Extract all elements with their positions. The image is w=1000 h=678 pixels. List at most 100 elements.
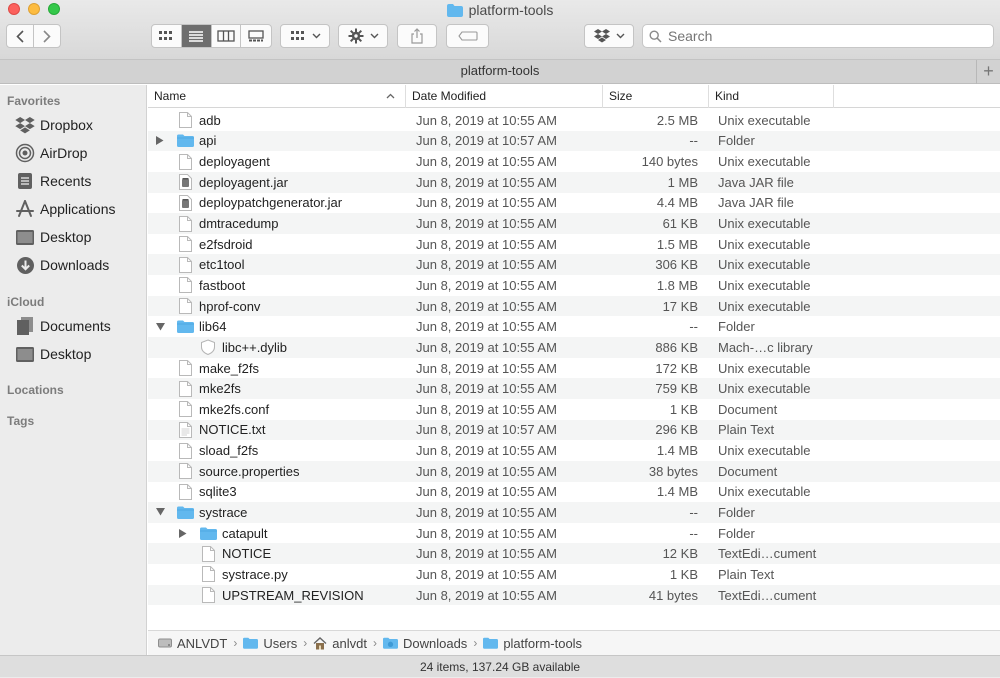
library-icon <box>199 339 217 356</box>
path-item-anlvdt[interactable]: ANLVDT <box>158 636 227 651</box>
back-button[interactable] <box>7 25 34 47</box>
column-date-modified[interactable]: Date Modified <box>406 85 603 108</box>
file-row[interactable]: dmtracedump Jun 8, 2019 at 10:55 AM 61 KB U… <box>148 213 1000 234</box>
gear-icon <box>348 28 363 44</box>
column-name-label: Name <box>154 89 187 103</box>
file-row[interactable]: adb Jun 8, 2019 at 10:55 AM 2.5 MB Unix exe… <box>148 110 1000 131</box>
file-row[interactable]: sload_f2fs Jun 8, 2019 at 10:55 AM 1.4 MB U… <box>148 440 1000 461</box>
file-name: UPSTREAM_REVISION <box>222 587 364 603</box>
desktop-icon <box>14 343 36 365</box>
file-name: make_f2fs <box>199 360 259 376</box>
edit-tags-button[interactable] <box>446 24 489 48</box>
sidebar-item-dropbox[interactable]: Dropbox <box>14 113 144 137</box>
recents-icon <box>14 170 36 192</box>
sidebar-item-downloads[interactable]: Downloads <box>14 253 144 277</box>
forward-button[interactable] <box>34 25 60 47</box>
file-row[interactable]: source.properties Jun 8, 2019 at 10:55 AM… <box>148 460 1000 482</box>
sidebar-section-tags[interactable]: Tags <box>7 414 34 428</box>
disclosure-triangle-right-icon[interactable] <box>179 523 189 544</box>
file-kind: Java JAR file <box>718 174 794 190</box>
file-name: NOTICE.txt <box>199 422 266 438</box>
file-size: 140 bytes <box>641 154 698 170</box>
file-size: 38 bytes <box>648 463 698 479</box>
file-row[interactable]: libc++.dylib Jun 8, 2019 at 10:55 AM 886 K… <box>148 337 1000 358</box>
document-icon <box>176 215 194 232</box>
sidebar-item-documents[interactable]: Documents <box>14 314 144 338</box>
sidebar-item-recents[interactable]: Recents <box>14 169 144 193</box>
sidebar-section-locations[interactable]: Locations <box>7 383 64 397</box>
sidebar-item-airdrop[interactable]: AirDrop <box>14 141 144 165</box>
file-row[interactable]: UPSTREAM_REVISION Jun 8, 2019 at 10:55 AM… <box>148 584 1000 606</box>
file-row[interactable]: sqlite3 Jun 8, 2019 at 10:55 AM 1.4 MB Unix… <box>148 482 1000 503</box>
list-view-button[interactable] <box>181 25 212 47</box>
file-kind: Unix executable <box>718 381 811 397</box>
dropbox-menu-button[interactable] <box>584 24 634 48</box>
document-icon <box>176 401 194 418</box>
file-row[interactable]: e2fsdroid Jun 8, 2019 at 10:55 AM 1.5 MB Un… <box>148 234 1000 255</box>
share-icon <box>411 28 423 44</box>
chevron-down-icon <box>312 33 320 39</box>
file-name-cell: sqlite3 <box>176 482 237 503</box>
file-name-cell: lib64 <box>176 316 226 337</box>
sidebar-item-desktop[interactable]: Desktop <box>14 225 144 249</box>
file-name: sload_f2fs <box>199 443 259 459</box>
disclosure-triangle-down-icon[interactable] <box>156 316 166 337</box>
file-row[interactable]: deployagent Jun 8, 2019 at 10:55 AM 140 by… <box>148 151 1000 172</box>
file-row[interactable]: NOTICE Jun 8, 2019 at 10:55 AM 12 KB TextEd… <box>148 543 1000 565</box>
file-row[interactable]: systrace Jun 8, 2019 at 10:55 AM -- Folder <box>148 502 1000 523</box>
file-date-modified: Jun 8, 2019 at 10:55 AM <box>416 360 557 376</box>
sidebar-section-icloud: iCloud <box>7 295 45 309</box>
sidebar-item-label: Documents <box>40 318 111 334</box>
file-name-cell: fastboot <box>176 275 245 296</box>
column-name[interactable]: Name <box>148 85 406 108</box>
new-tab-button[interactable]: + <box>976 60 1000 84</box>
navigation-buttons <box>6 24 61 48</box>
file-row[interactable]: etc1tool Jun 8, 2019 at 10:55 AM 306 KB Uni… <box>148 254 1000 276</box>
window-title-text: platform-tools <box>468 2 554 18</box>
file-size: 4.4 MB <box>656 195 698 211</box>
file-row[interactable]: make_f2fs Jun 8, 2019 at 10:55 AM 172 KB Un… <box>148 358 1000 379</box>
icon-view-button[interactable] <box>152 25 182 47</box>
column-kind[interactable]: Kind <box>709 85 834 108</box>
column-view-button[interactable] <box>212 25 242 47</box>
search-input[interactable] <box>668 28 968 44</box>
file-row[interactable]: fastboot Jun 8, 2019 at 10:55 AM 1.8 MB Uni… <box>148 275 1000 296</box>
file-row[interactable]: catapult Jun 8, 2019 at 10:55 AM -- Folder <box>148 523 1000 544</box>
file-row[interactable]: mke2fs Jun 8, 2019 at 10:55 AM 759 KB Unix … <box>148 378 1000 399</box>
column-size[interactable]: Size <box>603 85 709 108</box>
path-item-platform-tools[interactable]: platform-tools <box>483 636 582 651</box>
sidebar-item-applications[interactable]: Applications <box>14 197 144 221</box>
path-item-anlvdt[interactable]: anlvdt <box>313 636 367 651</box>
search-field[interactable] <box>642 24 994 48</box>
file-row[interactable]: mke2fs.conf Jun 8, 2019 at 10:55 AM 1 KB Do… <box>148 399 1000 420</box>
path-item-downloads[interactable]: Downloads <box>382 636 467 651</box>
file-date-modified: Jun 8, 2019 at 10:55 AM <box>416 236 557 252</box>
file-kind: Plain Text <box>718 422 775 438</box>
file-name: etc1tool <box>199 257 245 273</box>
file-size: 12 KB <box>662 546 698 562</box>
file-kind: Unix executable <box>718 298 811 314</box>
icon-grid-icon <box>159 31 173 40</box>
action-menu-button[interactable] <box>338 24 388 48</box>
file-name-cell: mke2fs.conf <box>176 399 269 420</box>
file-row[interactable]: NOTICE.txt Jun 8, 2019 at 10:57 AM 296 KB P… <box>148 419 1000 441</box>
file-row[interactable]: lib64 Jun 8, 2019 at 10:55 AM -- Folder <box>148 316 1000 337</box>
file-row[interactable]: api Jun 8, 2019 at 10:57 AM -- Folder <box>148 130 1000 152</box>
file-row[interactable]: hprof-conv Jun 8, 2019 at 10:55 AM 17 KB Un… <box>148 295 1000 317</box>
gallery-view-button[interactable] <box>241 25 271 47</box>
sidebar-item-icloud-desktop[interactable]: Desktop <box>14 342 144 366</box>
disclosure-triangle-down-icon[interactable] <box>156 502 166 523</box>
document-icon <box>176 236 194 253</box>
file-row[interactable]: deployagent.jar Jun 8, 2019 at 10:55 AM 1 … <box>148 171 1000 193</box>
tab-platform-tools[interactable]: platform-tools <box>461 63 540 78</box>
path-item-users[interactable]: Users <box>243 636 297 651</box>
file-kind: Folder <box>718 504 755 520</box>
file-row[interactable]: deploypatchgenerator.jar Jun 8, 2019 at 1… <box>148 193 1000 214</box>
file-date-modified: Jun 8, 2019 at 10:55 AM <box>416 112 557 128</box>
share-button[interactable] <box>397 24 437 48</box>
group-by-button[interactable] <box>280 24 330 48</box>
gallery-icon <box>248 30 264 42</box>
disclosure-triangle-right-icon[interactable] <box>156 131 166 152</box>
document-icon <box>176 256 194 273</box>
file-row[interactable]: systrace.py Jun 8, 2019 at 10:55 AM 1 KB Pl… <box>148 564 1000 585</box>
